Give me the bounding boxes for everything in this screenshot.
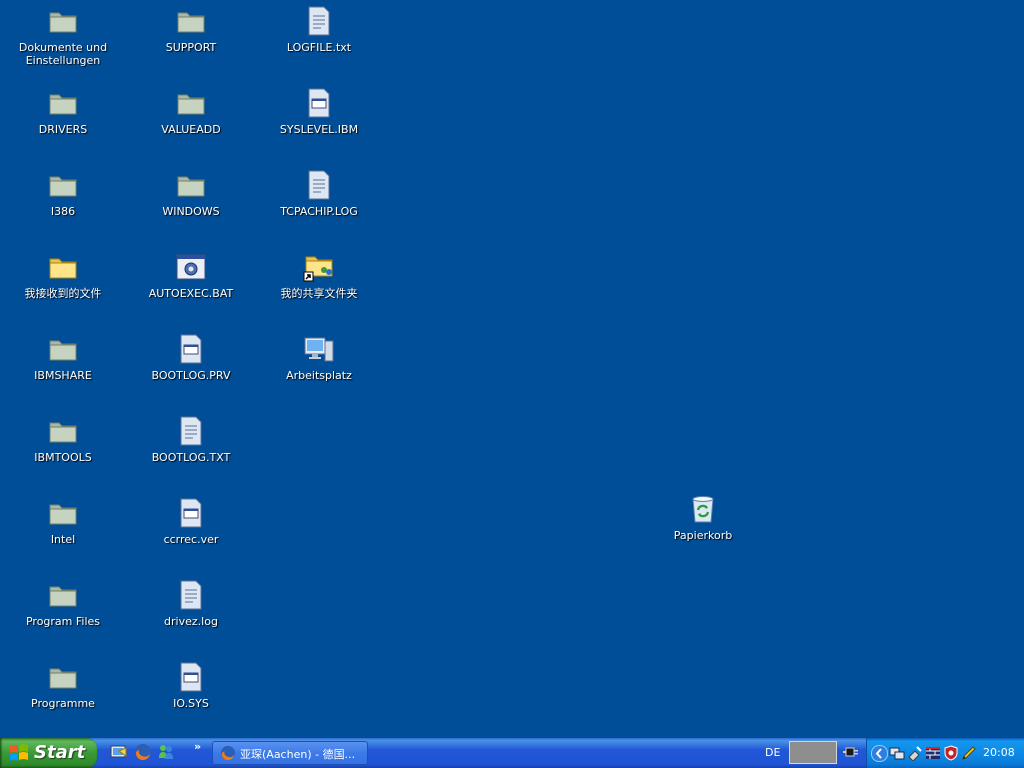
desktop-icon-i386[interactable]: I386 [15,169,111,218]
firefox-icon [220,745,236,761]
desktop-icon-shared-folder[interactable]: 我的共享文件夹 [271,251,367,300]
desktop-icon-ccrrec-ver[interactable]: ccrrec.ver [143,497,239,546]
recycle-bin-icon [692,496,714,523]
text-file-icon [308,170,330,200]
start-label: Start [34,742,86,763]
my-computer-icon [304,337,334,362]
desktop-icon-dokumente-und-einstellungen[interactable]: Dokumente und Einstellungen [15,5,111,67]
desktop-icon-ibmshare[interactable]: IBMSHARE [15,333,111,382]
desktop-icon-intel[interactable]: Intel [15,497,111,546]
folder-icon [49,504,77,525]
batch-file-icon [176,254,206,280]
system-file-icon [308,88,330,118]
taskbar-button-firefox-window[interactable]: 亚琛(Aachen) - 德国... [212,741,368,765]
desktop-icon-windows[interactable]: WINDOWS [143,169,239,218]
satellite-icon[interactable] [907,745,923,761]
firefox-icon[interactable] [134,743,152,761]
folder-icon [49,176,77,197]
desktop-icon-papierkorb[interactable]: Papierkorb [655,493,751,542]
network-icon[interactable] [889,745,905,761]
tray-expand-button[interactable] [871,745,888,762]
ime-toolbar[interactable] [789,741,837,764]
folder-icon [177,94,205,115]
desktop: Dokumente und Einstellungen DRIVERS I386… [0,0,1024,738]
text-file-icon [180,580,202,610]
desktop-icon-support[interactable]: SUPPORT [143,5,239,54]
show-desktop-icon[interactable] [110,743,128,761]
desktop-icon-drivers[interactable]: DRIVERS [15,87,111,136]
desktop-icon-ibmtools[interactable]: IBMTOOLS [15,415,111,464]
desktop-icon-bootlog-txt[interactable]: BOOTLOG.TXT [143,415,239,464]
quick-launch-chevron[interactable]: » [194,740,201,753]
pen-tool-icon[interactable] [961,745,977,761]
firewall-icon[interactable] [925,745,941,761]
taskbar: Start » 亚琛(Aachen) - 德国... DE 20:08 [0,738,1024,768]
text-file-icon [180,416,202,446]
desktop-icon-drivez-log[interactable]: drivez.log [143,579,239,628]
clock[interactable]: 20:08 [983,746,1015,759]
system-file-icon [180,498,202,528]
messenger-icon[interactable] [157,743,175,761]
system-file-icon [180,662,202,692]
folder-icon [49,258,77,279]
desktop-icon-program-files[interactable]: Program Files [15,579,111,628]
folder-icon [49,422,77,443]
shared-folder-shortcut-icon [303,256,333,282]
folder-icon [49,94,77,115]
desktop-icon-autoexec-bat[interactable]: AUTOEXEC.BAT [143,251,239,300]
folder-icon [49,586,77,607]
desktop-icon-arbeitsplatz[interactable]: Arbeitsplatz [271,333,367,382]
text-file-icon [308,6,330,36]
desktop-icon-io-sys[interactable]: IO.SYS [143,661,239,710]
desktop-icon-tcpachip-log[interactable]: TCPACHIP.LOG [271,169,367,218]
desktop-icon-programme[interactable]: Programme [15,661,111,710]
system-tray: 20:08 [866,738,1024,768]
folder-icon [177,12,205,33]
language-indicator[interactable]: DE [765,746,780,759]
desktop-icon-received-files[interactable]: 我接收到的文件 [15,251,111,300]
system-file-icon [180,334,202,364]
desktop-icon-bootlog-prv[interactable]: BOOTLOG.PRV [143,333,239,382]
folder-icon [49,340,77,361]
desktop-icon-syslevel-ibm[interactable]: SYSLEVEL.IBM [271,87,367,136]
desktop-icon-valueadd[interactable]: VALUEADD [143,87,239,136]
folder-icon [49,668,77,689]
taskbar-button-label: 亚琛(Aachen) - 德国... [240,748,356,761]
start-button[interactable]: Start [0,738,97,768]
security-shield-icon[interactable] [943,745,959,761]
folder-icon [177,176,205,197]
power-plug-icon[interactable] [843,745,859,759]
folder-icon [49,12,77,33]
windows-logo-icon [10,744,28,761]
chevron-left-icon [875,748,882,759]
desktop-icon-logfile-txt[interactable]: LOGFILE.txt [271,5,367,54]
